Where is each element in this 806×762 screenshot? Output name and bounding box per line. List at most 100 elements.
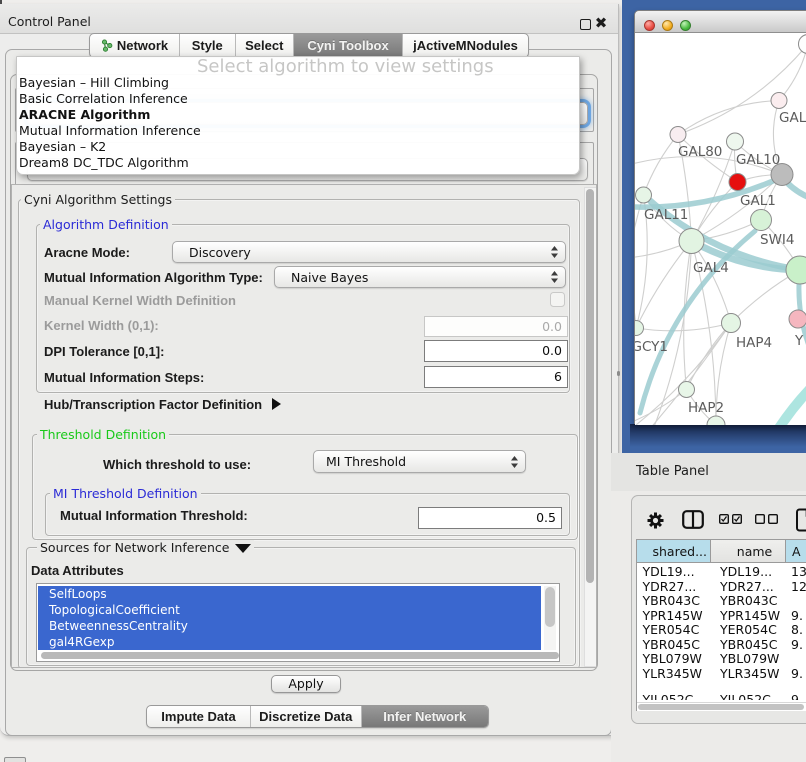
algorithm-option[interactable]: Mutual Information Inference [19,123,201,139]
table-row[interactable]: YPR145WYPR145W9. [637,609,806,624]
tab-select[interactable]: Select [236,34,295,57]
table-row[interactable]: YDR27...YDR27...12 [637,580,806,595]
algorithm-option[interactable]: Basic Correlation Inference [19,91,188,107]
table-row[interactable]: YBL079WYBL079W [637,652,806,667]
document-icon[interactable] [795,508,806,532]
network-node-label: GAL10 [736,152,780,168]
data-attributes-list[interactable]: SelfLoopsTopologicalCoefficientBetweenne… [36,583,560,662]
table-cell: YDL19... [643,565,695,580]
column-header-name[interactable]: name [711,540,786,562]
split-columns-icon[interactable] [682,510,704,529]
attribute-item-selected[interactable]: gal4RGexp [38,634,541,650]
tab-label: Cyni Toolbox [307,38,388,53]
network-node[interactable] [786,256,806,284]
control-panel-tab-strip: Network Style Select Cyni Toolbox jActiveMNo… [89,33,529,58]
table-row[interactable]: YIL052CYIL052C9. [637,693,806,701]
table-row[interactable]: YBR045CYBR045C9. [637,638,806,653]
combo-arrows-icon [550,271,559,283]
network-node[interactable] [636,187,652,203]
network-node[interactable] [771,93,787,109]
tab-label: Select [245,38,283,53]
attribute-item-selected[interactable]: TopologicalCoefficient [38,602,541,618]
apply-button[interactable]: Apply [271,675,341,693]
algorithm-dropdown-popup: Select algorithm to view settings Bayesi… [16,56,580,175]
mi-algorithm-type-select[interactable]: Naive Bayes [274,266,566,288]
table-horizontal-scrollbar[interactable] [637,702,806,711]
minimize-light-icon[interactable] [662,20,673,31]
table-row[interactable]: YBR043CYBR043C [637,594,806,609]
list-hscrollbar-thumb[interactable] [41,652,559,659]
table-rows: YDL19...YDL19...13YDR27...YDR27...12YBR0… [637,563,806,700]
network-node[interactable] [789,310,806,328]
tab-impute-data[interactable]: Impute Data [147,706,251,727]
network-window-titlebar[interactable] [635,11,806,33]
settings-vertical-scrollbar[interactable] [584,187,597,667]
close-light-icon[interactable] [644,20,655,31]
cyni-algorithm-settings-group-title: Cyni Algorithm Settings [21,192,175,207]
mi-threshold-field[interactable]: 0.5 [418,507,562,529]
algorithm-option[interactable]: Bayesian – Hill Climbing [19,75,169,91]
table-cell: YPR145W [720,609,780,624]
attribute-item-selected[interactable]: BetweennessCentrality [38,618,541,634]
zoom-light-icon[interactable] [680,20,691,31]
mi-steps-field[interactable]: 6 [424,366,568,388]
scrollbar-thumb[interactable] [586,189,594,583]
network-node[interactable] [670,127,686,143]
network-node[interactable] [707,416,725,425]
table-row[interactable]: YDL19...YDL19...13 [637,565,806,580]
threshold-definition-group-title: Threshold Definition [37,427,169,442]
tab-infer-network[interactable]: Infer Network [362,706,489,727]
table-cell: YLR345W [720,667,780,682]
table-cell: YDR27... [720,580,774,595]
list-vertical-scrollbar[interactable] [544,586,556,650]
collapse-down-icon[interactable] [235,544,251,553]
table-hscrollbar-thumb[interactable] [638,704,804,710]
minimized-window-icon[interactable] [4,757,26,762]
splitter-handle[interactable] [617,371,620,376]
column-header-shared[interactable]: shared... [637,540,712,562]
table-row[interactable]: YLR345WYLR345W9. [637,667,806,682]
network-node[interactable] [722,314,741,333]
aracne-mode-select[interactable]: Discovery [172,241,566,263]
list-horizontal-scrollbar[interactable] [38,651,558,660]
algorithm-option[interactable]: ARACNE Algorithm [19,107,150,123]
kernel-width-label: Kernel Width (0,1): [44,318,159,333]
dpi-tolerance-field[interactable]: 0.0 [424,340,568,362]
network-node-label: GAL80 [678,144,722,160]
tab-jactivemnodules[interactable]: jActiveMNodules [403,34,528,57]
network-node[interactable] [799,35,806,54]
network-window-shadow [630,424,806,450]
table-cell: 9. [791,667,803,682]
network-node[interactable] [635,321,644,336]
float-window-icon[interactable] [580,19,591,30]
network-node[interactable] [679,382,695,398]
list-vscrollbar-thumb[interactable] [545,587,555,627]
table-row[interactable]: YER054CYER054C8. [637,623,806,638]
attribute-item-selected[interactable]: SelfLoops [38,586,541,602]
unselect-all-checks-icon[interactable] [755,514,778,524]
column-header-A[interactable]: A [786,540,806,562]
table-panel-titlebar[interactable]: Table Panel [611,453,806,491]
tab-cyni-toolbox[interactable]: Cyni Toolbox [294,34,403,57]
network-node[interactable] [727,133,744,150]
network-node[interactable] [729,174,746,191]
close-icon[interactable]: ✖ [593,15,609,31]
table-cell: YBL079W [643,652,702,667]
tab-discretize-data[interactable]: Discretize Data [251,706,362,727]
network-node[interactable] [751,210,772,231]
tab-label: Network [117,38,168,53]
network-desktop-background: GAL7GAL80GAL10GAL1GAL11SWI4GAL4HAP4YGCY1… [622,0,806,453]
network-canvas[interactable]: GAL7GAL80GAL10GAL1GAL11SWI4GAL4HAP4YGCY1… [635,33,806,425]
select-all-checks-icon[interactable] [719,514,742,524]
tab-network[interactable]: Network [90,34,180,57]
expand-right-icon[interactable] [272,398,281,410]
tab-style[interactable]: Style [180,34,236,57]
algorithm-option[interactable]: Bayesian – K2 [19,139,106,155]
mi-threshold-label: Mutual Information Threshold: [60,508,248,523]
control-panel-titlebar[interactable]: Control Panel ✖ [0,4,618,34]
which-threshold-select[interactable]: MI Threshold [313,450,526,473]
algorithm-option[interactable]: Dream8 DC_TDC Algorithm [19,155,189,171]
gear-icon[interactable] [647,512,664,529]
network-node[interactable] [679,229,704,254]
table-cell: YPR145W [643,609,703,624]
